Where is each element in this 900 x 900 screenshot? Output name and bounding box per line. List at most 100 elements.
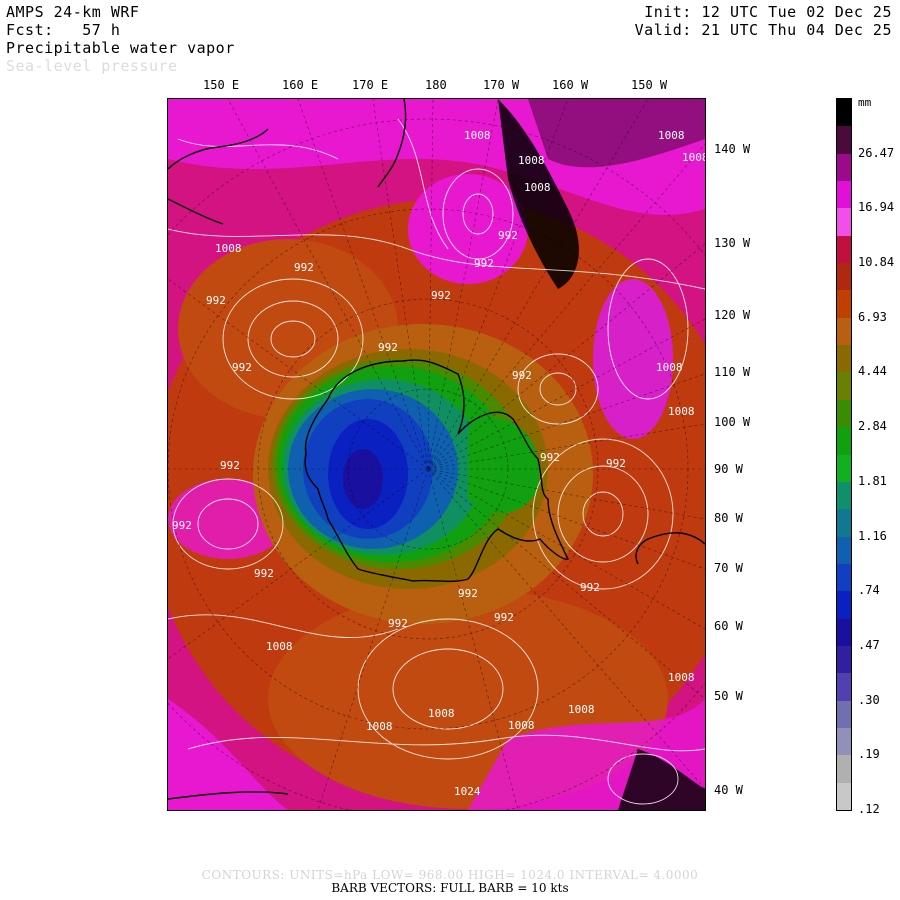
lon-label: 150 W	[631, 78, 668, 92]
isobar-label: 992	[232, 361, 252, 374]
colorbar-segment	[837, 290, 851, 319]
isobar-label: 992	[431, 289, 451, 302]
isobar-label: 1008	[568, 703, 595, 716]
isobar-label: 1008	[518, 154, 545, 167]
colorbar-segment	[837, 563, 851, 592]
colorbar-segment	[837, 345, 851, 373]
colorbar-segment	[837, 372, 851, 401]
colorbar-label: 10.84	[858, 255, 895, 270]
isobar-label: 1008	[215, 242, 242, 255]
isobar-label: 1008	[524, 181, 551, 194]
lon-label: 180	[425, 78, 447, 92]
isobar-label: 992	[458, 587, 478, 600]
valid-time: Valid: 21 UTC Thu 04 Dec 25	[634, 21, 892, 39]
isobar-label: 992	[580, 581, 600, 594]
colorbar-label: 2.84	[858, 419, 887, 434]
colorbar-segment	[837, 317, 851, 346]
lon-label: 60 W	[714, 619, 743, 633]
colorbar-segment	[837, 153, 851, 182]
model-title: AMPS 24-km WRF	[6, 3, 140, 21]
colorbar-segment	[837, 509, 851, 538]
isobar-label: 992	[388, 617, 408, 630]
lon-label: 170 E	[352, 78, 389, 92]
isobar-label: 1008	[668, 405, 695, 418]
isobar-label: 992	[294, 261, 314, 274]
isobar-label: 992	[498, 229, 518, 242]
isobar-label: 1008	[658, 129, 685, 142]
colorbar	[836, 98, 852, 811]
colorbar-segment	[837, 645, 851, 674]
colorbar-segment	[837, 536, 851, 565]
isobar-label: 992	[494, 611, 514, 624]
colorbar-segment	[837, 99, 851, 127]
colorbar-segment	[837, 235, 851, 264]
colorbar-segment	[837, 727, 851, 756]
colorbar-label: .74	[858, 583, 880, 598]
lon-label: 160 E	[282, 78, 319, 92]
colorbar-label: 26.47	[858, 145, 895, 160]
isobar-label: 992	[254, 567, 274, 580]
lon-label: 90 W	[714, 462, 743, 476]
isobar-label: 992	[220, 459, 240, 472]
isobar-label: 992	[606, 457, 626, 470]
colorbar-label: .30	[858, 692, 880, 707]
colorbar-segment	[837, 673, 851, 702]
lon-label: 120 W	[714, 308, 751, 322]
colorbar-label: .12	[858, 802, 880, 816]
lon-label: 130 W	[714, 236, 751, 250]
init-time: Init: 12 UTC Tue 02 Dec 25	[644, 3, 892, 21]
colorbar-label: 1.16	[858, 528, 887, 543]
lon-label: 110 W	[714, 365, 751, 379]
colorbar-unit: mm	[858, 96, 872, 109]
isobar-label: 992	[172, 519, 192, 532]
colorbar-segment	[837, 208, 851, 237]
colorbar-segment	[837, 700, 851, 729]
isobar-label: 992	[474, 257, 494, 270]
isobar-label: 1024	[454, 785, 481, 798]
lon-label: 100 W	[714, 415, 751, 429]
colorbar-segment	[837, 782, 851, 811]
colorbar-segment	[837, 181, 851, 209]
lon-label: 140 W	[714, 142, 751, 156]
isobar-label: 1008	[682, 151, 705, 164]
colorbar-segment	[837, 618, 851, 647]
lon-label: 170 W	[483, 78, 520, 92]
colorbar-label: 1.81	[858, 473, 887, 488]
colorbar-segment	[837, 591, 851, 620]
lon-label: 150 E	[203, 78, 240, 92]
isobar-label: 1008	[366, 720, 393, 733]
isobar-label: 1008	[464, 129, 491, 142]
lon-label: 50 W	[714, 689, 743, 703]
isobar-label: 1008	[266, 640, 293, 653]
colorbar-segment	[837, 427, 851, 455]
colorbar-label: 4.44	[858, 364, 887, 379]
header-left: AMPS 24-km WRF Fcst: 57 h Precipitable wat…	[6, 3, 235, 75]
colorbar-label: .47	[858, 637, 880, 652]
field-title: Precipitable water vapor	[6, 39, 235, 57]
isobar-label: 1008	[656, 361, 683, 374]
colorbar-label: 6.93	[858, 309, 887, 324]
isobar-label: 1008	[508, 719, 535, 732]
forecast-hour: Fcst: 57 h	[6, 21, 121, 39]
isobar-label: 992	[378, 341, 398, 354]
lon-label: 70 W	[714, 561, 743, 575]
overlay-title: Sea-level pressure	[6, 57, 178, 75]
colorbar-label: .19	[858, 747, 880, 762]
isobar-label: 992	[512, 369, 532, 382]
colorbar-segment	[837, 454, 851, 483]
colorbar-segment	[837, 399, 851, 428]
barb-info: BARB VECTORS: FULL BARB = 10 kts	[331, 881, 569, 895]
lon-label: 40 W	[714, 783, 743, 797]
map-svg: 1008 1008 1008 1008 992 1008 992 992 992…	[168, 99, 705, 810]
colorbar-segment	[837, 481, 851, 510]
colorbar-segment	[837, 755, 851, 784]
colorbar-label: 16.94	[858, 200, 895, 215]
map-panel: 1008 1008 1008 1008 992 1008 992 992 992…	[167, 98, 706, 811]
isobar-label: 992	[540, 451, 560, 464]
contours-info: CONTOURS: UNITS=hPa LOW= 968.00 HIGH= 10…	[201, 868, 699, 882]
lon-label: 80 W	[714, 511, 743, 525]
colorbar-segment	[837, 263, 851, 291]
colorbar-segment	[837, 126, 851, 155]
header-right: Init: 12 UTC Tue 02 Dec 25 Valid: 21 UTC …	[635, 3, 892, 39]
isobar-label: 1008	[668, 671, 695, 684]
